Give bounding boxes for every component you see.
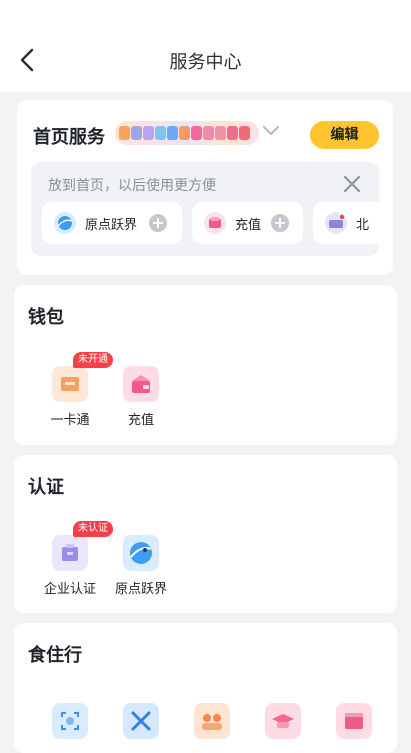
page-title: 服务中心 bbox=[169, 52, 242, 73]
document-icon bbox=[131, 126, 142, 140]
tray-hint: 放到首页，以后使用更方便 bbox=[48, 178, 216, 194]
car-icon bbox=[325, 212, 347, 234]
add-icon[interactable] bbox=[271, 214, 289, 232]
building-icon bbox=[52, 535, 88, 571]
enterprise-cert-tile[interactable]: 企业认证 bbox=[30, 535, 110, 597]
living-tile-shop[interactable] bbox=[314, 703, 394, 739]
wallet-icon bbox=[123, 366, 159, 402]
chip-label: 原点跃界 bbox=[85, 218, 138, 233]
chip-planet[interactable]: 原点跃界 bbox=[42, 202, 182, 244]
wallet-card-tile[interactable]: 一卡通 bbox=[30, 366, 110, 428]
home-services-card: 首页服务 编辑 放到首页，以后使用更方便 原点跃界 充值 北 bbox=[17, 100, 393, 275]
gift-icon bbox=[227, 126, 238, 140]
wallet-icon bbox=[204, 212, 226, 234]
planet-icon bbox=[54, 212, 76, 234]
section-title: 钱包 bbox=[28, 307, 64, 328]
living-tile-tools[interactable] bbox=[101, 703, 181, 739]
people-icon bbox=[179, 126, 190, 140]
living-tile-scan[interactable] bbox=[30, 703, 110, 739]
top-bar: 服务中心 bbox=[0, 0, 411, 92]
tools-icon bbox=[123, 703, 159, 739]
chip-recharge[interactable]: 充值 bbox=[192, 202, 303, 244]
planet-icon bbox=[123, 535, 159, 571]
planet-tile[interactable]: 原点跃界 bbox=[101, 535, 181, 597]
wallet-section: 钱包 一卡通 未开通 充值 bbox=[14, 285, 397, 445]
chip-label: 北 bbox=[356, 218, 370, 233]
card-icon bbox=[119, 126, 130, 140]
tools-icon bbox=[167, 126, 178, 140]
home-services-tray: 放到首页，以后使用更方便 原点跃界 充值 北 bbox=[31, 162, 379, 256]
living-tile-people[interactable] bbox=[172, 703, 252, 739]
section-title: 认证 bbox=[28, 477, 64, 498]
building-icon bbox=[143, 126, 154, 140]
scan-icon bbox=[52, 703, 88, 739]
chevron-down-icon[interactable] bbox=[261, 124, 281, 138]
add-icon[interactable] bbox=[149, 214, 167, 232]
section-title: 食住行 bbox=[28, 645, 82, 666]
tile-label: 一卡通 bbox=[50, 413, 90, 428]
people-icon bbox=[194, 703, 230, 739]
card-icon bbox=[52, 366, 88, 402]
edit-button[interactable]: 编辑 bbox=[310, 121, 379, 149]
monitor-icon bbox=[155, 126, 166, 140]
home-services-title: 首页服务 bbox=[33, 127, 105, 148]
living-section: 食住行 bbox=[14, 623, 397, 753]
bag-icon bbox=[215, 126, 226, 140]
tile-label: 企业认证 bbox=[43, 582, 96, 597]
chip-label: 充值 bbox=[235, 218, 262, 233]
lock-icon bbox=[203, 126, 214, 140]
graduation-cap-icon bbox=[265, 703, 301, 739]
close-icon[interactable] bbox=[342, 174, 362, 194]
living-tile-education[interactable] bbox=[243, 703, 323, 739]
certification-section: 认证 企业认证 未认证 原点跃界 bbox=[14, 455, 397, 613]
shop-icon bbox=[336, 703, 372, 739]
home-services-preview[interactable] bbox=[115, 121, 259, 145]
wallet-recharge-tile[interactable]: 充值 bbox=[101, 366, 181, 428]
wallet-icon bbox=[191, 126, 202, 140]
tile-label: 充值 bbox=[127, 413, 154, 428]
heart-icon bbox=[239, 126, 250, 140]
tile-label: 原点跃界 bbox=[114, 582, 167, 597]
chip-partial[interactable]: 北 bbox=[313, 202, 379, 244]
